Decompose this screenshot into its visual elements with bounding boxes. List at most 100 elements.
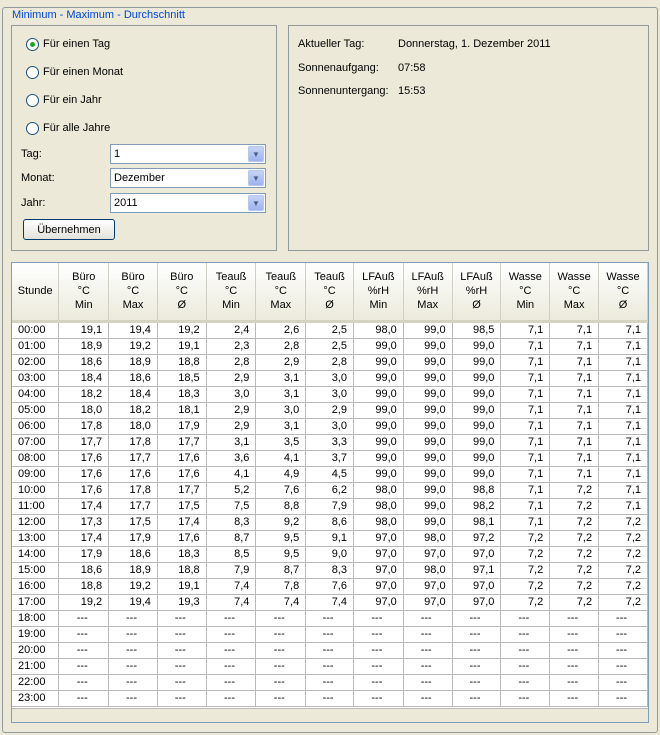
value-cell: --- — [108, 674, 158, 691]
column-header[interactable]: LFAuß %rH Max — [403, 263, 453, 323]
table-row[interactable]: 16:00 18,8 19,2 19,1 7,4 7,8 7,6 97,0 97,0 97,0 7,… — [12, 578, 648, 595]
table-row[interactable]: 21:00 --- --- --- --- --- --- --- --- --- --- --- --… — [12, 658, 648, 675]
hour-cell: 06:00 — [12, 418, 60, 435]
value-cell: --- — [452, 610, 502, 627]
value-cell: 98,1 — [452, 514, 502, 531]
table-row[interactable]: 01:00 18,9 19,2 19,1 2,3 2,8 2,5 99,0 99,0 99,0 7,… — [12, 338, 648, 355]
table-row[interactable]: 18:00 --- --- --- --- --- --- --- --- --- --- --- --… — [12, 610, 648, 627]
value-cell: 2,5 — [305, 321, 354, 339]
value-cell: 17,6 — [108, 466, 158, 483]
table-row[interactable]: 10:00 17,6 17,8 17,7 5,2 7,6 6,2 98,0 99,0 98,8 7,… — [12, 482, 648, 499]
column-header[interactable]: LFAuß %rH Min — [353, 263, 404, 323]
column-header[interactable]: Büro °C Max — [108, 263, 158, 323]
table-row[interactable]: 12:00 17,3 17,5 17,4 8,3 9,2 8,6 98,0 99,0 98,1 7,… — [12, 514, 648, 531]
table-row[interactable]: 23:00 --- --- --- --- --- --- --- --- --- --- --- --… — [12, 690, 648, 707]
value-cell: 19,3 — [157, 594, 207, 611]
hour-cell: 08:00 — [12, 450, 60, 467]
table-row[interactable]: 22:00 --- --- --- --- --- --- --- --- --- --- --- --… — [12, 674, 648, 691]
data-table[interactable]: Stunde Büro °C Min Büro °C Max Büro °C Ø Teauß °C Mi… — [11, 262, 649, 723]
value-cell: 17,9 — [58, 546, 110, 563]
value-cell: 99,0 — [403, 434, 453, 451]
column-header[interactable]: Büro °C Min — [58, 263, 110, 323]
table-row[interactable]: 07:00 17,7 17,8 17,7 3,1 3,5 3,3 99,0 99,0 99,0 7,… — [12, 434, 648, 451]
value-cell: 18,5 — [157, 370, 207, 387]
radio-year[interactable]: Für ein Jahr — [26, 92, 102, 108]
value-cell: 19,1 — [157, 578, 207, 595]
value-cell: --- — [305, 690, 354, 707]
apply-button[interactable]: Übernehmen — [23, 219, 115, 240]
table-row[interactable]: 04:00 18,2 18,4 18,3 3,0 3,1 3,0 99,0 99,0 99,0 7,… — [12, 386, 648, 403]
column-header[interactable]: LFAuß %rH Ø — [452, 263, 502, 323]
tag-select[interactable]: 1 ▼ — [110, 144, 266, 164]
table-row[interactable]: 19:00 --- --- --- --- --- --- --- --- --- --- --- --… — [12, 626, 648, 643]
value-cell: 7,1 — [500, 514, 551, 531]
column-header[interactable]: Teauß °C Ø — [305, 263, 354, 323]
chevron-down-icon[interactable]: ▼ — [248, 170, 264, 186]
value-cell: 97,0 — [452, 578, 502, 595]
table-scroll-area[interactable] — [12, 708, 648, 722]
column-header[interactable]: Wasse °C Ø — [598, 263, 648, 323]
column-header-line: Ø — [618, 299, 628, 312]
value-cell: 3,0 — [305, 418, 354, 435]
value-cell: 97,0 — [452, 546, 502, 563]
radio-all-years-button[interactable] — [26, 121, 39, 135]
value-cell: --- — [500, 690, 551, 707]
jahr-label: Jahr: — [21, 197, 46, 209]
radio-day-button[interactable] — [26, 37, 39, 51]
value-cell: 7,1 — [598, 321, 648, 339]
column-header-line: Max — [417, 299, 439, 312]
table-row[interactable]: 06:00 17,8 18,0 17,9 2,9 3,1 3,0 99,0 99,0 99,0 7,… — [12, 418, 648, 435]
column-header-line: Büro — [121, 271, 145, 284]
table-row[interactable]: 09:00 17,6 17,6 17,6 4,1 4,9 4,5 99,0 99,0 99,0 7,… — [12, 466, 648, 483]
column-header-line: Stunde — [17, 285, 53, 298]
value-cell: --- — [305, 674, 354, 691]
value-cell: 7,2 — [500, 546, 551, 563]
column-header[interactable]: Teauß °C Max — [255, 263, 307, 323]
value-cell: 18,9 — [108, 354, 158, 371]
table-header-row: Stunde Büro °C Min Büro °C Max Büro °C Ø Teauß °C Mi… — [12, 263, 648, 323]
table-row[interactable]: 03:00 18,4 18,6 18,5 2,9 3,1 3,0 99,0 99,0 99,0 7,… — [12, 370, 648, 387]
table-row[interactable]: 14:00 17,9 18,6 18,3 8,5 9,5 9,0 97,0 97,0 97,0 7,… — [12, 546, 648, 563]
table-row[interactable]: 11:00 17,4 17,7 17,5 7,5 8,8 7,9 98,0 99,0 98,2 7,… — [12, 498, 648, 515]
column-header-line: Ø — [177, 299, 187, 312]
value-cell: --- — [255, 658, 307, 675]
value-cell: 7,2 — [549, 546, 600, 563]
value-cell: 6,2 — [305, 482, 354, 499]
value-cell: 7,2 — [549, 530, 600, 547]
value-cell: 98,5 — [452, 321, 502, 339]
table-row[interactable]: 13:00 17,4 17,9 17,6 8,7 9,5 9,1 97,0 98,0 97,2 7,… — [12, 530, 648, 547]
value-cell: 7,1 — [500, 402, 551, 419]
value-cell: 17,9 — [157, 418, 207, 435]
value-cell: --- — [549, 610, 600, 627]
value-cell: --- — [598, 626, 648, 643]
value-cell: 19,2 — [157, 321, 207, 339]
table-row[interactable]: 17:00 19,2 19,4 19,3 7,4 7,4 7,4 97,0 97,0 97,0 7,… — [12, 594, 648, 611]
monat-select[interactable]: Dezember ▼ — [110, 168, 266, 188]
chevron-down-icon[interactable]: ▼ — [248, 146, 264, 162]
column-header[interactable]: Büro °C Ø — [157, 263, 207, 323]
column-header[interactable]: Wasse °C Min — [500, 263, 551, 323]
table-row[interactable]: 08:00 17,6 17,7 17,6 3,6 4,1 3,7 99,0 99,0 99,0 7,… — [12, 450, 648, 467]
value-cell: 7,2 — [500, 530, 551, 547]
table-row[interactable]: 20:00 --- --- --- --- --- --- --- --- --- --- --- --… — [12, 642, 648, 659]
radio-month[interactable]: Für einen Monat — [26, 64, 123, 80]
table-row[interactable]: 00:00 19,1 19,4 19,2 2,4 2,6 2,5 98,0 99,0 98,5 7,… — [12, 321, 648, 339]
column-header[interactable]: Wasse °C Max — [549, 263, 600, 323]
column-header[interactable]: Teauß °C Min — [206, 263, 257, 323]
jahr-select[interactable]: 2011 ▼ — [110, 193, 266, 213]
radio-month-button[interactable] — [26, 65, 39, 79]
value-cell: 2,9 — [206, 370, 257, 387]
column-header-stunde[interactable]: Stunde — [12, 263, 60, 323]
radio-day[interactable]: Für einen Tag — [26, 36, 110, 52]
value-cell: 17,7 — [108, 450, 158, 467]
table-row[interactable]: 02:00 18,6 18,9 18,8 2,8 2,9 2,8 99,0 99,0 99,0 7,… — [12, 354, 648, 371]
table-row[interactable]: 15:00 18,6 18,9 18,8 7,9 8,7 8,3 97,0 98,0 97,1 7,… — [12, 562, 648, 579]
tag-label: Tag: — [21, 148, 42, 160]
radio-year-button[interactable] — [26, 93, 39, 107]
column-header-line: %rH — [367, 285, 390, 298]
radio-all-years[interactable]: Für alle Jahre — [26, 120, 110, 136]
table-row[interactable]: 05:00 18,0 18,2 18,1 2,9 3,0 2,9 99,0 99,0 99,0 7,… — [12, 402, 648, 419]
chevron-down-icon[interactable]: ▼ — [248, 195, 264, 211]
day-info-panel: Aktueller Tag: Donnerstag, 1. Dezember 2… — [288, 25, 649, 251]
column-header-line: LFAuß — [362, 271, 395, 284]
